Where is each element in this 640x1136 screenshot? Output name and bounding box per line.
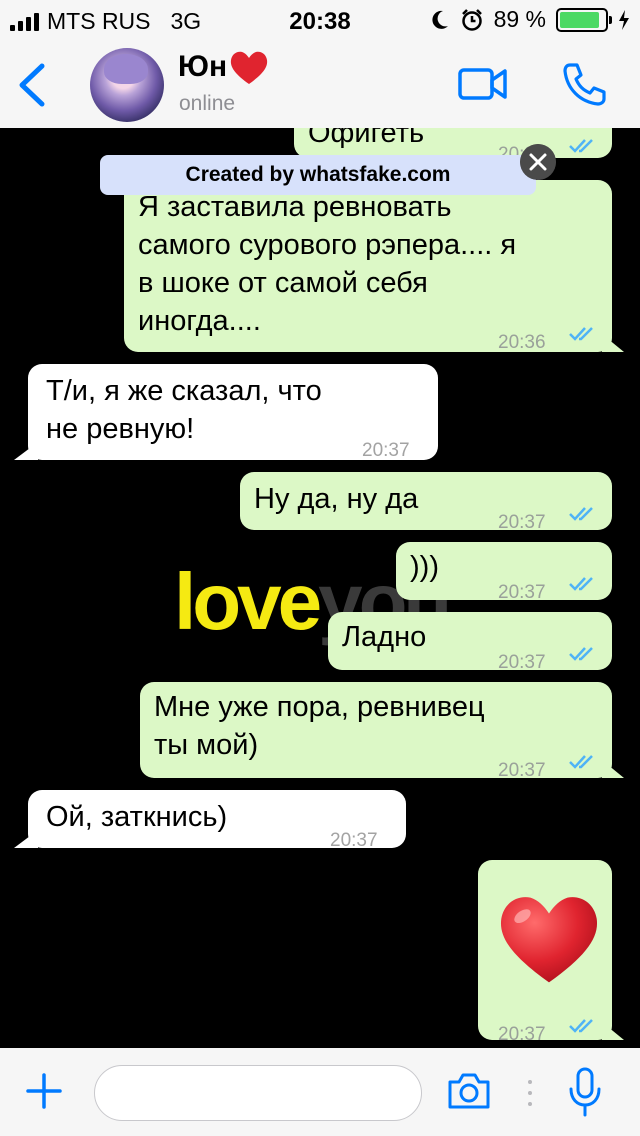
message-bubble[interactable]: Ладно 20:37 <box>328 612 612 673</box>
battery-level <box>560 11 600 28</box>
message-bubble[interactable]: 20:37 <box>478 860 624 1045</box>
contact-status: online <box>179 92 236 115</box>
message-line: в шоке от самой себя <box>138 267 428 299</box>
moon-icon <box>431 10 448 29</box>
camera-icon <box>448 1073 490 1109</box>
phone-icon <box>563 63 606 106</box>
message-time: 20:37 <box>498 582 546 603</box>
message-text: Я заставила ревновать самого сурового рэ… <box>138 188 598 340</box>
message-line: Мне уже пора, ревнивец <box>154 691 485 723</box>
chat-area[interactable]: loveyou Офигеть 20:36 Я заставила ревнов… <box>0 128 640 1048</box>
message-line: Т/и, я же сказал, что <box>46 375 322 407</box>
message-bubble[interactable]: Ну да, ну да 20:37 <box>240 472 612 533</box>
read-ticks-icon <box>569 507 593 521</box>
voice-message-button[interactable] <box>568 1066 602 1118</box>
microphone-icon <box>569 1067 601 1117</box>
input-bar <box>0 1048 640 1136</box>
more-dots-icon <box>528 1080 532 1106</box>
read-ticks-icon <box>569 755 593 769</box>
message-input[interactable] <box>94 1065 422 1121</box>
red-heart-icon <box>230 51 268 84</box>
message-text: Ну да, ну да <box>254 483 419 515</box>
message-bubble[interactable]: Мне уже пора, ревнивец ты мой) 20:37 <box>140 682 624 781</box>
read-ticks-icon <box>569 327 593 341</box>
message-bubble[interactable]: Ой, заткнись) 20:37 <box>14 790 406 851</box>
watermark-banner: Created by whatsfake.com <box>100 155 536 195</box>
message-bubble[interactable]: Т/и, я же сказал, что не ревную! 20:37 <box>14 364 438 461</box>
message-time: 20:37 <box>498 760 546 781</box>
message-time: 20:37 <box>330 830 378 851</box>
contact-name[interactable]: Юн <box>178 50 227 84</box>
chat-header: Юн online <box>0 40 640 128</box>
message-time: 20:36 <box>498 332 546 353</box>
attach-button[interactable] <box>26 1073 62 1109</box>
read-ticks-icon <box>569 139 593 153</box>
message-bubble[interactable]: ))) 20:37 <box>396 542 612 603</box>
red-heart-icon <box>500 897 598 983</box>
status-bar: MTS RUS 3G 20:38 89 % <box>0 0 640 40</box>
read-ticks-icon <box>569 1019 593 1033</box>
message-bubble[interactable]: Офигеть 20:36 <box>294 128 612 165</box>
message-time: 20:37 <box>498 1024 546 1045</box>
battery-icon <box>556 7 612 32</box>
plus-icon <box>26 1073 62 1109</box>
watermark-close-button[interactable] <box>520 144 556 180</box>
battery-percent: 89 % <box>493 6 546 32</box>
video-camera-icon <box>458 68 507 100</box>
message-line: самого сурового рэпера.... я <box>138 229 517 261</box>
charging-icon <box>619 9 629 30</box>
avatar[interactable] <box>90 48 164 122</box>
voice-call-button[interactable] <box>562 62 606 106</box>
alarm-icon <box>461 8 482 31</box>
status-right: 89 % <box>430 6 630 33</box>
wallpaper-love: love <box>174 557 322 646</box>
message-text: Ладно <box>342 621 427 653</box>
read-ticks-icon <box>569 577 593 591</box>
message-text: Офигеть <box>308 128 425 149</box>
message-time: 20:37 <box>362 440 410 461</box>
message-time: 20:37 <box>498 652 546 673</box>
video-call-button[interactable] <box>458 66 508 102</box>
camera-button[interactable] <box>446 1072 492 1110</box>
chevron-left-icon <box>19 63 45 107</box>
message-bubble[interactable]: Я заставила ревновать самого сурового рэ… <box>124 180 624 353</box>
read-ticks-icon <box>569 647 593 661</box>
back-button[interactable] <box>14 62 48 108</box>
message-time: 20:37 <box>498 512 546 533</box>
